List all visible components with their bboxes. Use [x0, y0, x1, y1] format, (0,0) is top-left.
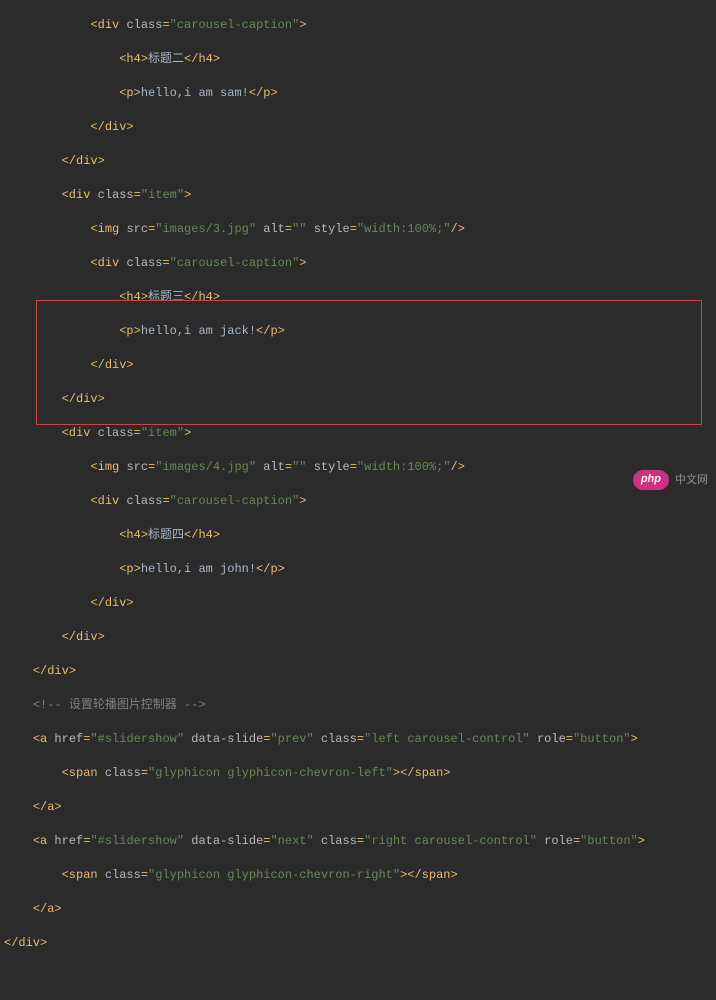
watermark-pill: php — [633, 470, 669, 490]
code-line: <span class="glyphicon glyphicon-chevron… — [4, 765, 716, 782]
code-line: </div> — [4, 663, 716, 680]
code-line: <a href="#slidershow" data-slide="prev" … — [4, 731, 716, 748]
code-line: <p>hello,i am john!</p> — [4, 561, 716, 578]
code-line: </div> — [4, 391, 716, 408]
code-line: <p>hello,i am jack!</p> — [4, 323, 716, 340]
code-editor[interactable]: <div class="carousel-caption"> <h4>标题二</… — [0, 0, 716, 1000]
code-line: </div> — [4, 119, 716, 136]
code-line: <!-- 设置轮播图片控制器 --> — [4, 697, 716, 714]
code-line: </a> — [4, 901, 716, 918]
code-line: </div> — [4, 629, 716, 646]
code-line: </a> — [4, 799, 716, 816]
code-line: <img src="images/3.jpg" alt="" style="wi… — [4, 221, 716, 238]
code-line: <div class="item"> — [4, 187, 716, 204]
watermark-text: 中文网 — [675, 472, 708, 489]
code-line: <h4>标题三</h4> — [4, 289, 716, 306]
code-line: </div> — [4, 935, 716, 952]
code-line — [4, 969, 716, 986]
code-line: <p>hello,i am sam!</p> — [4, 85, 716, 102]
code-line: </div> — [4, 357, 716, 374]
code-line: <div class="carousel-caption"> — [4, 255, 716, 272]
code-line: <div class="carousel-caption"> — [4, 493, 716, 510]
code-line: </div> — [4, 595, 716, 612]
code-line: <div class="carousel-caption"> — [4, 17, 716, 34]
code-line: <h4>标题二</h4> — [4, 51, 716, 68]
code-line: <div class="item"> — [4, 425, 716, 442]
code-line: <span class="glyphicon glyphicon-chevron… — [4, 867, 716, 884]
code-line: <h4>标题四</h4> — [4, 527, 716, 544]
code-line: <img src="images/4.jpg" alt="" style="wi… — [4, 459, 716, 476]
watermark: php 中文网 — [633, 470, 708, 490]
code-line: </div> — [4, 153, 716, 170]
code-line: <a href="#slidershow" data-slide="next" … — [4, 833, 716, 850]
